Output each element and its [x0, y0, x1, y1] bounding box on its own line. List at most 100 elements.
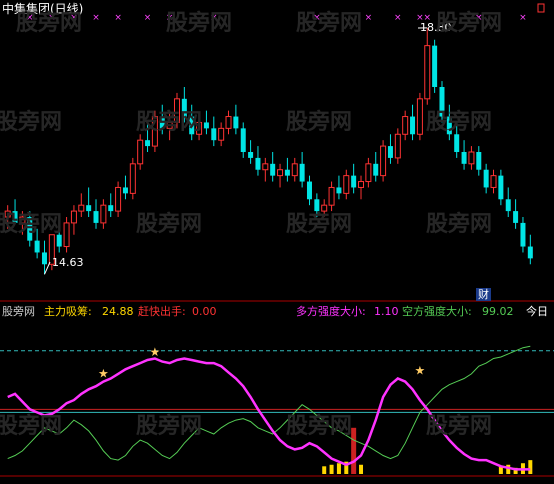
candle-body	[476, 152, 481, 170]
candle-body	[278, 170, 283, 176]
candle-body	[20, 217, 25, 223]
signal-marker: ×	[394, 13, 402, 23]
candle-body	[5, 211, 10, 217]
candle-body	[211, 128, 216, 140]
candle-body	[329, 187, 334, 205]
candle-body	[233, 117, 238, 129]
candle-body	[381, 146, 386, 176]
chart-canvas[interactable]: ×××××××××××××××★★★	[0, 0, 554, 480]
volume-bar	[330, 465, 334, 474]
candle-body	[322, 205, 327, 211]
indicator-name: 主力吸筹:	[44, 305, 92, 318]
bull-value: 1.10	[374, 305, 399, 318]
chart-title: 中集集团(日线)	[2, 3, 83, 16]
candle-body	[506, 199, 511, 211]
candle-body	[71, 211, 76, 223]
candle-body	[307, 182, 312, 200]
candle-body	[197, 122, 202, 134]
candle-body	[13, 211, 18, 223]
nav-right-icon	[538, 4, 544, 12]
warn-value: 0.00	[192, 305, 217, 318]
bull-label: 多方强度大小:	[296, 305, 366, 318]
candle-body	[498, 176, 503, 200]
candle-body	[130, 164, 135, 194]
volume-bar	[528, 460, 532, 474]
candle-body	[410, 117, 415, 135]
candle-body	[403, 117, 408, 135]
candle-body	[395, 134, 400, 158]
candle-body	[314, 199, 319, 211]
signal-marker: ×	[92, 13, 100, 23]
candle-body	[167, 122, 172, 128]
candle-body	[248, 152, 253, 158]
candle-body	[35, 241, 40, 253]
volume-bar	[359, 465, 363, 474]
candle-body	[116, 187, 121, 211]
candle-body	[513, 211, 518, 223]
signal-marker: ×	[313, 13, 321, 23]
signal-marker: ×	[166, 13, 174, 23]
candle-body	[351, 176, 356, 188]
candle-body	[152, 117, 157, 147]
bear-label: 空方强度大小:	[402, 305, 472, 318]
candle-body	[27, 217, 32, 241]
bull-strength-line	[8, 359, 531, 470]
candle-body	[138, 140, 143, 164]
signal-marker: ×	[144, 13, 152, 23]
candle-body	[528, 247, 533, 259]
candle-body	[204, 122, 209, 128]
volume-bar	[337, 463, 341, 474]
alert-spike-bar	[351, 428, 356, 474]
candle-body	[219, 128, 224, 140]
candle-body	[285, 170, 290, 176]
candle-body	[462, 152, 467, 164]
candle-body	[241, 128, 246, 152]
candle-body	[64, 223, 69, 247]
signal-marker: ×	[475, 13, 483, 23]
candle-body	[454, 134, 459, 152]
candle-body	[101, 205, 106, 223]
candle-body	[270, 164, 275, 176]
candle-body	[189, 117, 194, 135]
candle-body	[359, 182, 364, 188]
candle-body	[300, 164, 305, 182]
candle-body	[366, 164, 371, 182]
candle-body	[182, 99, 187, 117]
chart-stage: ×××××××××××××××★★★ 中集集团(日线) 18.80 14.63 …	[0, 0, 554, 480]
runner-icon: ★	[150, 345, 161, 359]
high-price-label: 18.80	[420, 21, 452, 34]
indicator-value: 24.88	[102, 305, 134, 318]
finance-badge[interactable]: 财	[476, 288, 491, 301]
candle-body	[79, 205, 84, 211]
signal-marker: ×	[114, 13, 122, 23]
candle-body	[57, 235, 62, 247]
candle-body	[174, 99, 179, 123]
candle-body	[432, 46, 437, 87]
candle-body	[447, 117, 452, 135]
signal-marker: ×	[365, 13, 373, 23]
candle-body	[388, 146, 393, 158]
candle-body	[86, 205, 91, 211]
candle-body	[123, 187, 128, 193]
candle-body	[160, 117, 165, 129]
signal-marker: ×	[519, 13, 527, 23]
candle-body	[255, 158, 260, 170]
runner-icon: ★	[98, 367, 109, 381]
candle-body	[417, 99, 422, 134]
candle-body	[469, 152, 474, 164]
candle-body	[263, 164, 268, 170]
candle-body	[373, 164, 378, 176]
today-label: 今日	[526, 305, 548, 318]
candle-body	[226, 117, 231, 129]
candle-body	[292, 164, 297, 176]
candle-body	[336, 187, 341, 193]
candle-body	[344, 176, 349, 194]
candle-body	[108, 205, 113, 211]
candle-body	[484, 170, 489, 188]
warn-label: 赶快出手:	[138, 305, 186, 318]
candle-body	[491, 176, 496, 188]
indicator-source: 股旁网	[2, 305, 35, 318]
candle-body	[425, 46, 430, 99]
runner-icon: ★	[415, 364, 426, 378]
candle-body	[439, 87, 444, 117]
